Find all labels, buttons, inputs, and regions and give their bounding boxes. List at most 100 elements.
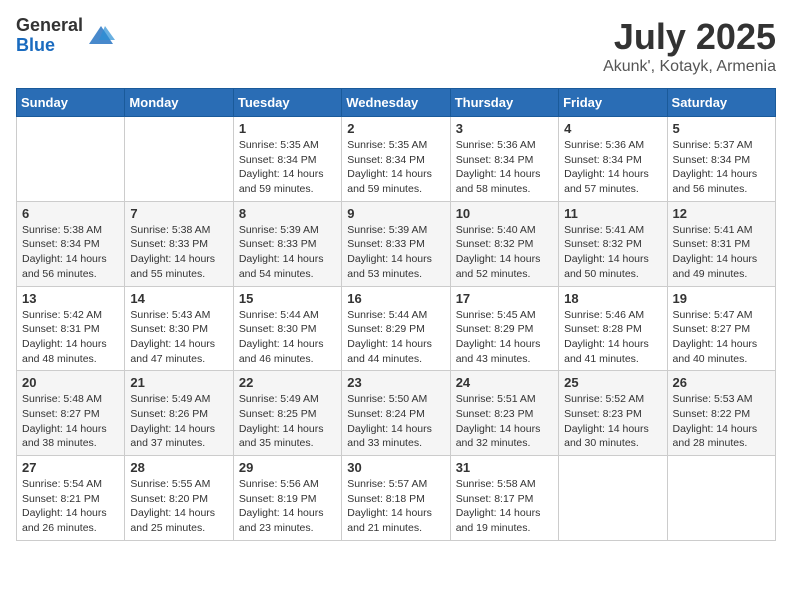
- calendar-day-cell: 23 Sunrise: 5:50 AM Sunset: 8:24 PM Dayli…: [342, 371, 450, 456]
- day-number: 15: [239, 291, 336, 306]
- day-info: Sunrise: 5:36 AM Sunset: 8:34 PM Dayligh…: [456, 138, 553, 197]
- day-number: 16: [347, 291, 444, 306]
- day-info: Sunrise: 5:56 AM Sunset: 8:19 PM Dayligh…: [239, 477, 336, 536]
- day-number: 30: [347, 460, 444, 475]
- calendar-day-cell: 10 Sunrise: 5:40 AM Sunset: 8:32 PM Dayli…: [450, 201, 558, 286]
- calendar-week-row: 1 Sunrise: 5:35 AM Sunset: 8:34 PM Daylig…: [17, 117, 776, 202]
- calendar-day-cell: [559, 456, 667, 541]
- day-info: Sunrise: 5:38 AM Sunset: 8:33 PM Dayligh…: [130, 223, 227, 282]
- day-number: 26: [673, 375, 770, 390]
- calendar-day-cell: 16 Sunrise: 5:44 AM Sunset: 8:29 PM Dayli…: [342, 286, 450, 371]
- day-info: Sunrise: 5:50 AM Sunset: 8:24 PM Dayligh…: [347, 392, 444, 451]
- day-info: Sunrise: 5:40 AM Sunset: 8:32 PM Dayligh…: [456, 223, 553, 282]
- calendar-day-cell: 29 Sunrise: 5:56 AM Sunset: 8:19 PM Dayli…: [233, 456, 341, 541]
- day-info: Sunrise: 5:41 AM Sunset: 8:32 PM Dayligh…: [564, 223, 661, 282]
- calendar-day-cell: 7 Sunrise: 5:38 AM Sunset: 8:33 PM Daylig…: [125, 201, 233, 286]
- calendar-day-cell: 21 Sunrise: 5:49 AM Sunset: 8:26 PM Dayli…: [125, 371, 233, 456]
- day-number: 6: [22, 206, 119, 221]
- weekday-header: Thursday: [450, 89, 558, 117]
- calendar-day-cell: 30 Sunrise: 5:57 AM Sunset: 8:18 PM Dayli…: [342, 456, 450, 541]
- day-info: Sunrise: 5:44 AM Sunset: 8:30 PM Dayligh…: [239, 308, 336, 367]
- day-number: 21: [130, 375, 227, 390]
- calendar-day-cell: 8Sunrise: 5:39 AM Sunset: 8:33 PM Daylig…: [233, 201, 341, 286]
- day-info: Sunrise: 5:42 AM Sunset: 8:31 PM Dayligh…: [22, 308, 119, 367]
- calendar-day-cell: 6 Sunrise: 5:38 AM Sunset: 8:34 PM Daylig…: [17, 201, 125, 286]
- day-info: Sunrise: 5:38 AM Sunset: 8:34 PM Dayligh…: [22, 223, 119, 282]
- day-number: 31: [456, 460, 553, 475]
- day-number: 29: [239, 460, 336, 475]
- weekday-header: Monday: [125, 89, 233, 117]
- day-info: Sunrise: 5:54 AM Sunset: 8:21 PM Dayligh…: [22, 477, 119, 536]
- calendar-table: SundayMondayTuesdayWednesdayThursdayFrid…: [16, 88, 776, 541]
- logo: General Blue: [16, 16, 115, 56]
- day-number: 14: [130, 291, 227, 306]
- day-info: Sunrise: 5:53 AM Sunset: 8:22 PM Dayligh…: [673, 392, 770, 451]
- day-number: 7: [130, 206, 227, 221]
- day-info: Sunrise: 5:41 AM Sunset: 8:31 PM Dayligh…: [673, 223, 770, 282]
- calendar-day-cell: 2 Sunrise: 5:35 AM Sunset: 8:34 PM Daylig…: [342, 117, 450, 202]
- day-number: 10: [456, 206, 553, 221]
- day-info: Sunrise: 5:49 AM Sunset: 8:25 PM Dayligh…: [239, 392, 336, 451]
- calendar-day-cell: [667, 456, 775, 541]
- day-number: 9: [347, 206, 444, 221]
- day-info: Sunrise: 5:43 AM Sunset: 8:30 PM Dayligh…: [130, 308, 227, 367]
- calendar-week-row: 13 Sunrise: 5:42 AM Sunset: 8:31 PM Dayli…: [17, 286, 776, 371]
- weekday-header-row: SundayMondayTuesdayWednesdayThursdayFrid…: [17, 89, 776, 117]
- day-number: 2: [347, 121, 444, 136]
- calendar-day-cell: 14 Sunrise: 5:43 AM Sunset: 8:30 PM Dayli…: [125, 286, 233, 371]
- calendar-day-cell: 3 Sunrise: 5:36 AM Sunset: 8:34 PM Daylig…: [450, 117, 558, 202]
- calendar-day-cell: 31Sunrise: 5:58 AM Sunset: 8:17 PM Dayli…: [450, 456, 558, 541]
- day-number: 20: [22, 375, 119, 390]
- day-info: Sunrise: 5:47 AM Sunset: 8:27 PM Dayligh…: [673, 308, 770, 367]
- calendar-day-cell: 22 Sunrise: 5:49 AM Sunset: 8:25 PM Dayli…: [233, 371, 341, 456]
- day-number: 28: [130, 460, 227, 475]
- page-header: General Blue July 2025 Akunk', Kotayk, A…: [16, 16, 776, 76]
- calendar-day-cell: 18Sunrise: 5:46 AM Sunset: 8:28 PM Dayli…: [559, 286, 667, 371]
- weekday-header: Friday: [559, 89, 667, 117]
- calendar-day-cell: 9 Sunrise: 5:39 AM Sunset: 8:33 PM Daylig…: [342, 201, 450, 286]
- weekday-header: Tuesday: [233, 89, 341, 117]
- day-number: 25: [564, 375, 661, 390]
- calendar-day-cell: [125, 117, 233, 202]
- day-info: Sunrise: 5:35 AM Sunset: 8:34 PM Dayligh…: [239, 138, 336, 197]
- day-number: 3: [456, 121, 553, 136]
- calendar-week-row: 27Sunrise: 5:54 AM Sunset: 8:21 PM Dayli…: [17, 456, 776, 541]
- calendar-day-cell: 4Sunrise: 5:36 AM Sunset: 8:34 PM Daylig…: [559, 117, 667, 202]
- day-info: Sunrise: 5:36 AM Sunset: 8:34 PM Dayligh…: [564, 138, 661, 197]
- day-info: Sunrise: 5:48 AM Sunset: 8:27 PM Dayligh…: [22, 392, 119, 451]
- day-number: 23: [347, 375, 444, 390]
- day-info: Sunrise: 5:35 AM Sunset: 8:34 PM Dayligh…: [347, 138, 444, 197]
- day-info: Sunrise: 5:44 AM Sunset: 8:29 PM Dayligh…: [347, 308, 444, 367]
- calendar-day-cell: 26 Sunrise: 5:53 AM Sunset: 8:22 PM Dayli…: [667, 371, 775, 456]
- weekday-header: Wednesday: [342, 89, 450, 117]
- day-info: Sunrise: 5:45 AM Sunset: 8:29 PM Dayligh…: [456, 308, 553, 367]
- calendar-week-row: 20 Sunrise: 5:48 AM Sunset: 8:27 PM Dayli…: [17, 371, 776, 456]
- day-info: Sunrise: 5:39 AM Sunset: 8:33 PM Dayligh…: [347, 223, 444, 282]
- calendar-day-cell: 28 Sunrise: 5:55 AM Sunset: 8:20 PM Dayli…: [125, 456, 233, 541]
- logo-blue: Blue: [16, 36, 83, 56]
- calendar-day-cell: 24Sunrise: 5:51 AM Sunset: 8:23 PM Dayli…: [450, 371, 558, 456]
- day-number: 17: [456, 291, 553, 306]
- day-number: 8: [239, 206, 336, 221]
- location: Akunk', Kotayk, Armenia: [603, 58, 776, 76]
- day-number: 11: [564, 206, 661, 221]
- day-number: 5: [673, 121, 770, 136]
- calendar-day-cell: 5 Sunrise: 5:37 AM Sunset: 8:34 PM Daylig…: [667, 117, 775, 202]
- calendar-day-cell: 25Sunrise: 5:52 AM Sunset: 8:23 PM Dayli…: [559, 371, 667, 456]
- day-info: Sunrise: 5:37 AM Sunset: 8:34 PM Dayligh…: [673, 138, 770, 197]
- title-block: July 2025 Akunk', Kotayk, Armenia: [603, 16, 776, 76]
- day-info: Sunrise: 5:57 AM Sunset: 8:18 PM Dayligh…: [347, 477, 444, 536]
- day-number: 1: [239, 121, 336, 136]
- day-info: Sunrise: 5:49 AM Sunset: 8:26 PM Dayligh…: [130, 392, 227, 451]
- calendar-day-cell: 13 Sunrise: 5:42 AM Sunset: 8:31 PM Dayli…: [17, 286, 125, 371]
- calendar-day-cell: 1 Sunrise: 5:35 AM Sunset: 8:34 PM Daylig…: [233, 117, 341, 202]
- day-number: 22: [239, 375, 336, 390]
- calendar-day-cell: 12 Sunrise: 5:41 AM Sunset: 8:31 PM Dayli…: [667, 201, 775, 286]
- weekday-header: Saturday: [667, 89, 775, 117]
- day-number: 24: [456, 375, 553, 390]
- day-info: Sunrise: 5:55 AM Sunset: 8:20 PM Dayligh…: [130, 477, 227, 536]
- day-number: 12: [673, 206, 770, 221]
- calendar-day-cell: 27Sunrise: 5:54 AM Sunset: 8:21 PM Dayli…: [17, 456, 125, 541]
- day-number: 19: [673, 291, 770, 306]
- day-number: 13: [22, 291, 119, 306]
